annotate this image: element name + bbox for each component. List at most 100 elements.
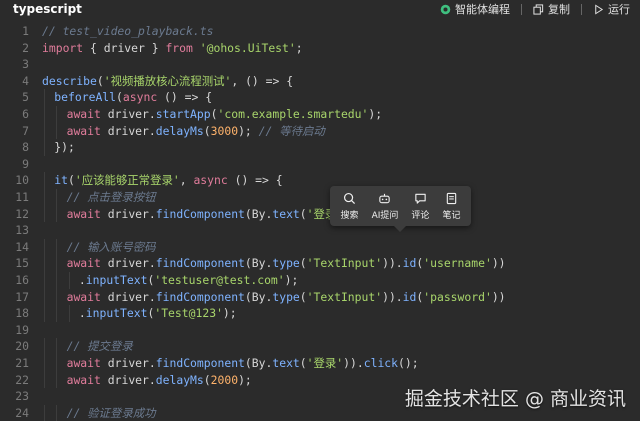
code-token: driver. — [100, 206, 156, 221]
code-token: inputText — [85, 306, 148, 321]
code-token: 'username' — [423, 256, 492, 271]
code-token: type — [272, 256, 300, 271]
code-token: startApp — [155, 107, 211, 121]
code-token: }); — [54, 140, 75, 155]
code-token: ( — [68, 173, 75, 188]
line-number: 16 — [15, 273, 29, 287]
code-token: await — [66, 206, 101, 221]
code-text: await driver.delayMs(2000); — [67, 372, 252, 389]
code-line: 12 await driver.findComponent(By.text('登录… — [0, 205, 640, 223]
code-token: ( — [96, 73, 104, 88]
agent-programming-label: 智能体编程 — [455, 3, 510, 16]
indent-guide — [68, 305, 70, 322]
code-token: ( — [210, 107, 218, 121]
code-line: 21 await driver.findComponent(By.text('登录… — [0, 355, 640, 372]
code-token: , — [179, 173, 194, 188]
code-token: ; — [295, 40, 303, 55]
indent-guide — [44, 172, 45, 189]
popup-ai-ask-button[interactable]: AI提问 — [371, 192, 399, 221]
indent-guide — [56, 355, 58, 372]
watermark: 掘金技术社区 @ 商业资讯 — [404, 388, 626, 410]
code-line: 20 // 提交登录 — [0, 338, 640, 355]
code-text: .inputText('testuser@test.com'); — [79, 272, 298, 289]
popup-comment-button[interactable]: 评论 — [411, 192, 429, 221]
indent-guide — [44, 205, 45, 223]
code-token: , () => { — [231, 73, 294, 88]
code-text: // 验证登录成功 — [67, 405, 156, 421]
line-number: 1 — [22, 24, 29, 38]
code-token: await — [66, 356, 101, 370]
code-token: findComponent — [155, 289, 245, 304]
code-token: id — [402, 256, 417, 271]
code-token: ( — [116, 90, 123, 105]
code-editor[interactable]: 1 // test_video_playback.ts 2 import { driv… — [0, 23, 640, 421]
ai-robot-icon — [379, 193, 391, 203]
line-number: 2 — [22, 40, 29, 55]
code-token: ( — [299, 356, 307, 370]
line-number: 24 — [15, 405, 29, 420]
note-icon — [446, 192, 457, 204]
code-token: it — [54, 173, 69, 188]
code-token: 'Test@123' — [154, 306, 223, 321]
code-token: { driver } — [83, 40, 166, 55]
code-line: 14 // 输入账号密码 — [0, 238, 640, 256]
code-token: driver. — [100, 107, 156, 121]
line-number: 10 — [15, 173, 29, 188]
code-token: driver. — [100, 289, 156, 304]
line-number: 6 — [22, 107, 29, 121]
line-number: 3 — [22, 57, 29, 72]
code-token: // 输入账号密码 — [66, 239, 156, 254]
code-text: // 提交登录 — [67, 338, 133, 355]
line-number: 14 — [15, 239, 29, 254]
indent-guide — [56, 106, 58, 123]
copy-label: 复制 — [548, 3, 570, 16]
code-text: describe('视频播放核心流程测试', () => { — [42, 73, 293, 90]
code-line: 5 beforeAll(async () => { — [0, 89, 640, 106]
indent-guide — [56, 122, 58, 140]
code-line: 18 .inputText('Test@123'); — [0, 305, 640, 322]
line-number: 13 — [15, 223, 29, 238]
popup-search-label: 搜索 — [340, 210, 359, 221]
code-token: )) — [491, 289, 506, 304]
line-number: 20 — [15, 339, 29, 354]
divider — [581, 3, 582, 15]
code-token: . — [78, 273, 86, 287]
indent-guide — [44, 338, 45, 355]
popup-search-button[interactable]: 搜索 — [341, 192, 359, 221]
copy-button[interactable]: 复制 — [533, 1, 570, 17]
indent-guide — [44, 404, 45, 421]
selection-popup-menu: 搜索 AI提问 评论 笔记 — [330, 186, 471, 232]
code-token: driver. — [100, 372, 156, 387]
code-token: ); — [222, 306, 237, 321]
code-line: 9 — [0, 156, 640, 173]
indent-guide — [44, 272, 45, 289]
code-token: )). — [382, 289, 403, 304]
popup-note-button[interactable]: 笔记 — [442, 192, 460, 221]
code-token: // test_video_playback.ts — [42, 24, 214, 38]
code-line: 3 — [0, 56, 640, 73]
code-token: '视频播放核心流程测试' — [103, 73, 232, 88]
language-label: typescript — [13, 2, 82, 16]
popup-note-label: 笔记 — [442, 210, 461, 221]
indent-guide — [44, 371, 45, 389]
code-token: import — [42, 40, 84, 55]
code-token: await — [66, 256, 101, 271]
indent-guide — [56, 205, 58, 223]
comment-icon — [415, 193, 426, 204]
code-token: async — [122, 90, 158, 105]
indent-guide — [56, 288, 58, 306]
run-label: 运行 — [608, 3, 630, 16]
code-text: await driver.findComponent(By.text('登录') — [67, 206, 350, 223]
run-button[interactable]: 运行 — [593, 1, 630, 17]
code-token: driver. — [100, 356, 156, 370]
code-line: 16 .inputText('testuser@test.com'); — [0, 272, 640, 289]
indent-guide — [56, 272, 58, 289]
code-token: (By. — [244, 256, 273, 271]
popup-ai-ask-label: AI提问 — [371, 210, 399, 221]
code-token: await — [66, 289, 101, 304]
code-text: await driver.startApp('com.example.smart… — [67, 106, 383, 123]
code-line: 10 it('应该能够正常登录', async () => { — [0, 172, 640, 189]
indent-guide — [44, 189, 45, 206]
agent-programming-button[interactable]: 智能体编程 — [440, 1, 510, 17]
play-icon — [595, 3, 604, 15]
